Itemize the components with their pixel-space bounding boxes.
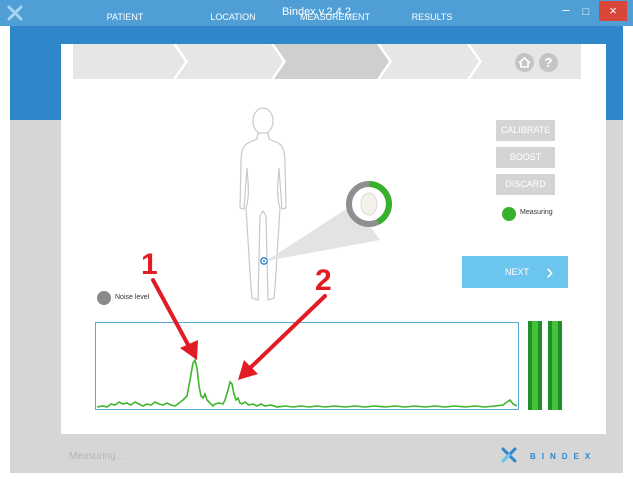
measurement-progress-ring xyxy=(346,181,392,227)
discard-button[interactable]: DISCARD xyxy=(496,174,555,195)
calibrate-button[interactable]: CALIBRATE xyxy=(496,120,555,141)
noise-level-indicator-icon xyxy=(97,291,111,305)
step-bg-results xyxy=(380,44,479,79)
step-navigation xyxy=(73,44,581,79)
help-button[interactable]: ? xyxy=(539,53,558,72)
home-button[interactable] xyxy=(515,53,534,72)
help-icon: ? xyxy=(544,55,553,70)
step-location[interactable]: LOCATION xyxy=(188,0,278,35)
maximize-button[interactable]: □ xyxy=(576,3,596,21)
signal-level-meter-left xyxy=(528,321,542,410)
measuring-indicator-icon xyxy=(502,207,516,221)
signal-level-meter-right xyxy=(548,321,562,410)
brand-wordmark: BINDEX xyxy=(530,452,597,461)
status-text: Measuring... xyxy=(69,451,125,462)
step-bg-location xyxy=(176,44,283,79)
boost-button[interactable]: BOOST xyxy=(496,147,555,168)
next-button-label: NEXT xyxy=(505,267,530,277)
step-measurement[interactable]: MEASUREMENT xyxy=(285,0,385,35)
next-button[interactable]: NEXT › xyxy=(462,256,568,288)
annotation-arrow-2 xyxy=(238,294,327,380)
step-results[interactable]: RESULTS xyxy=(392,0,472,35)
home-icon xyxy=(518,56,531,68)
chevron-right-icon: › xyxy=(546,259,554,284)
close-button[interactable]: × xyxy=(599,1,627,21)
step-bg-patient xyxy=(73,44,185,79)
minimize-button[interactable]: – xyxy=(556,3,576,21)
annotation-arrow-1 xyxy=(151,278,198,360)
step-patient[interactable]: PATIENT xyxy=(85,0,165,35)
measuring-label: Measuring xyxy=(520,209,553,216)
step-bg-measurement xyxy=(274,44,389,79)
bindex-logo-icon xyxy=(501,447,517,463)
